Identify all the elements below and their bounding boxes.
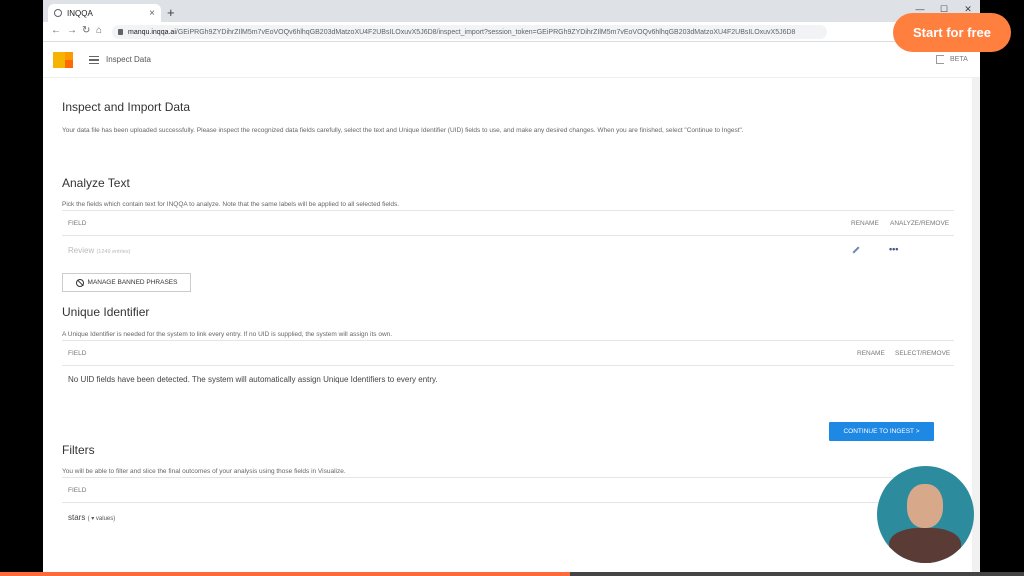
filter-values-toggle[interactable]: ( ▾ values) [88,516,116,522]
forward-icon[interactable]: → [67,25,77,36]
logout-icon[interactable] [936,55,944,64]
main-content: Inspect and Import Data Your data file h… [43,78,980,576]
reload-icon[interactable]: ↻ [82,25,90,36]
page-title: Inspect Data [106,55,151,64]
field-name: Review [68,246,95,255]
inqqa-logo[interactable] [53,52,73,68]
analyze-description: Pick the fields which contain text for I… [62,201,400,208]
filters-title: Filters [62,443,95,457]
ban-button-label: MANAGE BANNED PHRASES [87,279,178,286]
uid-table-header: FIELD RENAME SELECT/REMOVE [62,340,954,366]
filters-description: You will be able to filter and slice the… [62,468,346,475]
beta-badge: BETA [950,56,968,63]
url-input[interactable]: manqu.inqqa.ai/GEiPRGh9ZYDihrZIlM5m7vEoV… [112,25,827,39]
start-for-free-button[interactable]: Start for free [893,13,1011,52]
more-options-icon[interactable]: ••• [889,244,898,254]
col-field: FIELD [68,220,87,227]
filter-field-name: stars [68,513,86,522]
analyze-title: Analyze Text [62,176,130,190]
home-icon[interactable]: ⌂ [96,25,102,36]
url-path: /GEiPRGh9ZYDihrZIlM5m7vEoVOQv6hlhqGB203d… [175,28,796,36]
inspect-description: Your data file has been uploaded success… [62,127,744,134]
globe-icon [54,9,62,17]
presenter-face [907,484,943,528]
uid-description: A Unique Identifier is needed for the sy… [62,331,393,338]
table-row: Review (1249 entries) [68,246,130,255]
col-select-remove: SELECT/REMOVE [895,350,951,357]
tab-title: INQQA [67,8,93,18]
video-progress-bar[interactable] [0,572,1024,576]
menu-icon[interactable] [89,56,99,64]
table-row[interactable]: stars ( ▾ values) [68,513,115,522]
tab-bar: INQQA × + — ☐ ✕ [43,0,980,22]
inspect-title: Inspect and Import Data [62,100,191,114]
field-count: (1249 entries) [96,249,131,255]
lock-icon [118,29,123,35]
new-tab-button[interactable]: + [167,5,175,20]
col-rename: RENAME [857,350,885,357]
continue-to-ingest-button[interactable]: CONTINUE TO INGEST > [829,422,934,441]
back-icon[interactable]: ← [51,25,61,36]
filters-table-header: FIELD [62,477,954,503]
uid-title: Unique Identifier [62,305,150,319]
col-rename: RENAME [851,220,879,227]
pencil-icon[interactable] [852,246,860,254]
uid-empty-message: No UID fields have been detected. The sy… [68,375,438,384]
presenter-webcam [877,466,974,563]
app-header: Inspect Data BETA [43,42,980,78]
address-bar: ← → ↻ ⌂ manqu.inqqa.ai/GEiPRGh9ZYDihrZIl… [43,22,980,42]
col-field: FIELD [68,350,87,357]
col-field: FIELD [68,487,87,494]
browser-tab[interactable]: INQQA × [48,4,161,22]
manage-banned-phrases-button[interactable]: MANAGE BANNED PHRASES [62,273,191,292]
url-host: manqu.inqqa.ai [128,28,176,36]
video-progress-fill [0,572,571,576]
ban-icon [75,278,84,287]
close-tab-icon[interactable]: × [149,8,155,19]
browser-window: INQQA × + — ☐ ✕ ← → ↻ ⌂ manqu.inqqa.ai/G… [43,0,980,576]
presenter-body [889,528,961,563]
analyze-table-header: FIELD RENAME ANALYZE/REMOVE [62,210,954,236]
col-analyze-remove: ANALYZE/REMOVE [890,220,950,227]
scrollbar[interactable] [972,78,980,576]
